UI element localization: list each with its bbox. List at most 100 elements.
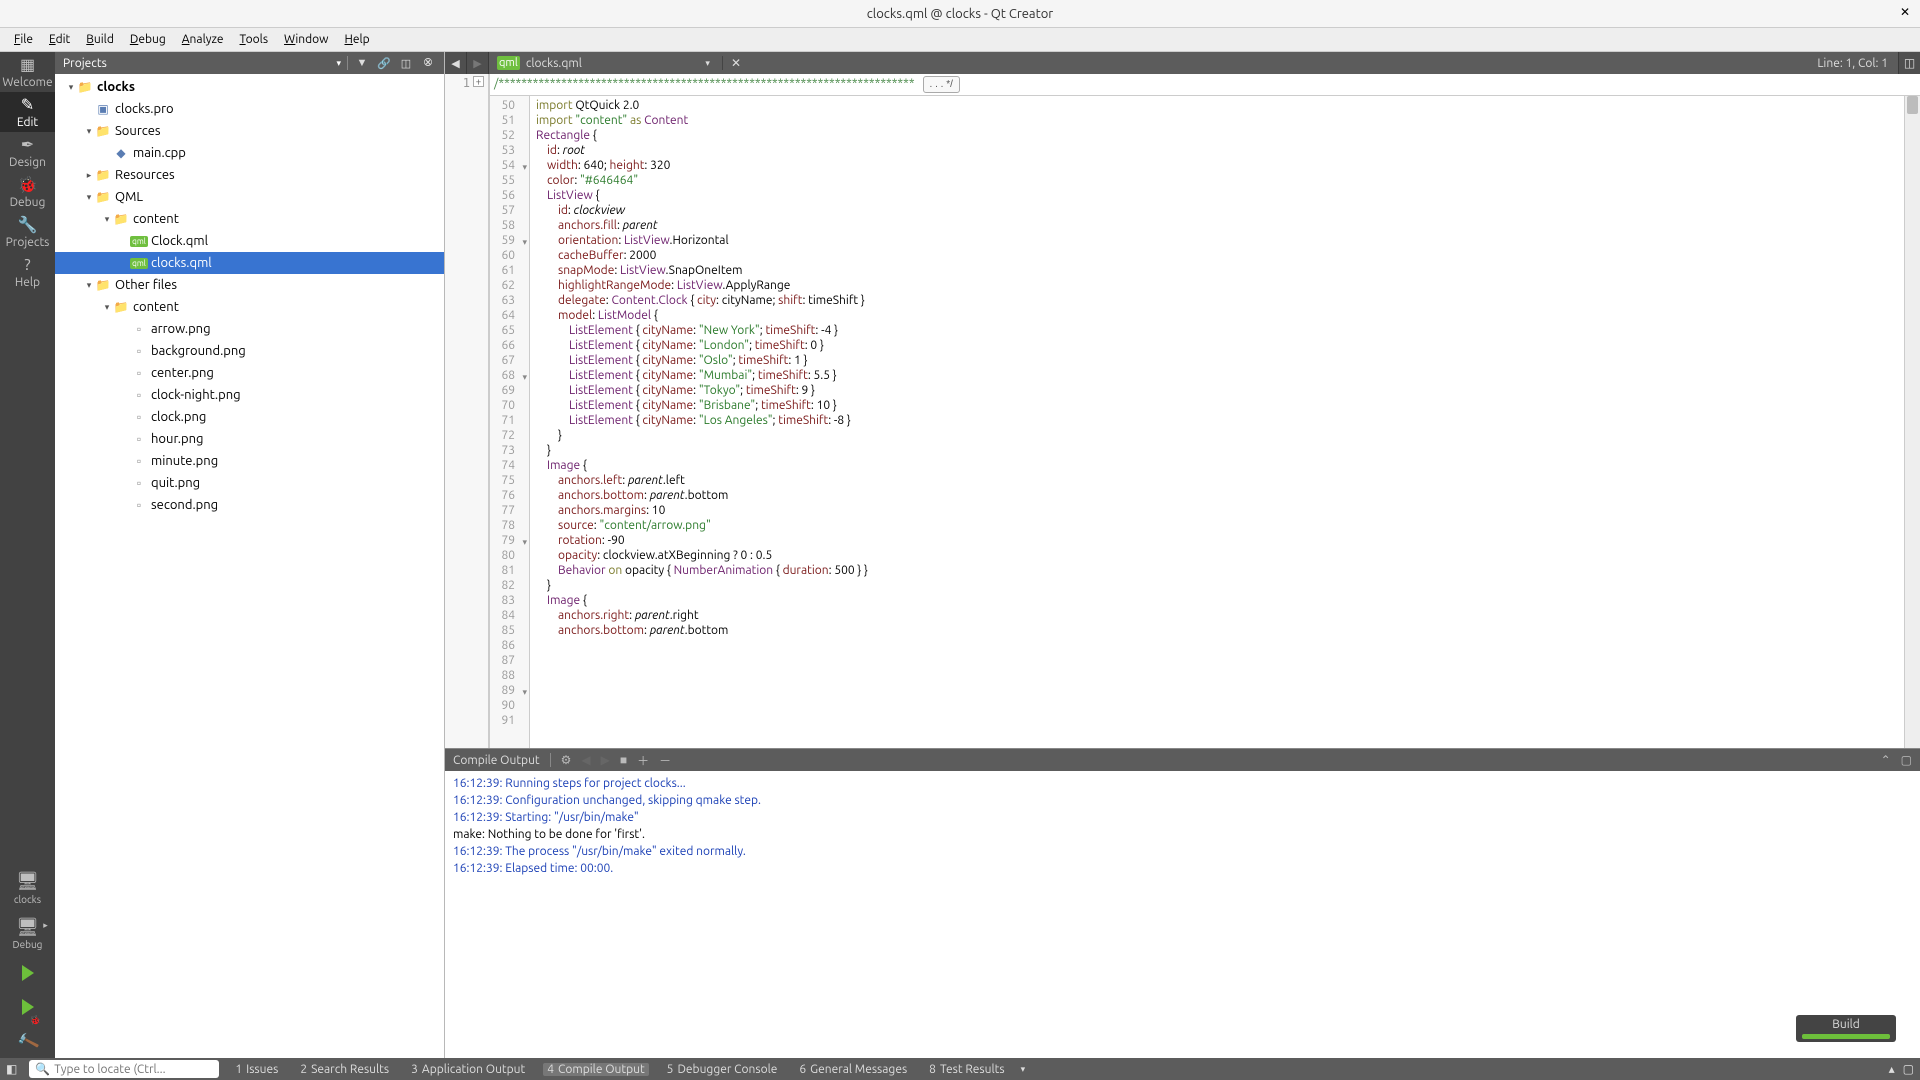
tree-item[interactable]: ▫arrow.png bbox=[55, 318, 444, 340]
chevron-down-icon[interactable]: ▾ bbox=[705, 58, 710, 69]
tree-arrow-icon: ▾ bbox=[65, 82, 77, 93]
nav-back-button[interactable]: ◀ bbox=[445, 52, 467, 74]
monitor-icon: 🖥 bbox=[16, 871, 39, 892]
toggle-sidebar-button[interactable]: ◧ bbox=[6, 1062, 17, 1076]
output-line: 16:12:39: Starting: "/usr/bin/make" bbox=[453, 809, 1912, 826]
locator-input[interactable] bbox=[54, 1063, 213, 1076]
mode-projects[interactable]: 🔧Projects bbox=[0, 212, 55, 252]
fold-handle-icon[interactable]: ▾ bbox=[522, 235, 527, 250]
panes-dropdown-icon[interactable]: ▾ bbox=[1021, 1064, 1026, 1075]
fold-handle-icon[interactable]: ▾ bbox=[522, 160, 527, 175]
menu-help[interactable]: Help bbox=[337, 30, 378, 49]
tree-item[interactable]: ▾📁Other files bbox=[55, 274, 444, 296]
image-file-icon: ▫ bbox=[131, 475, 147, 491]
menu-window[interactable]: Window bbox=[276, 30, 336, 49]
line-col-indicator[interactable]: Line: 1, Col: 1 bbox=[1807, 57, 1898, 70]
filter-icon[interactable]: ⚙ bbox=[561, 753, 572, 767]
tree-item-label: center.png bbox=[151, 366, 214, 380]
tree-item[interactable]: ◆main.cpp bbox=[55, 142, 444, 164]
menu-debug[interactable]: Debug bbox=[122, 30, 174, 49]
nav-forward-button[interactable]: ▶ bbox=[467, 52, 489, 74]
projects-header: Projects ▾ ▼ 🔗 ◫ ⮿ bbox=[55, 52, 444, 74]
tree-item[interactable]: ▾📁content bbox=[55, 208, 444, 230]
prev-icon[interactable]: ◀ bbox=[581, 753, 590, 767]
window-close-button[interactable]: ✕ bbox=[1900, 5, 1910, 19]
mode-welcome[interactable]: ▦Welcome bbox=[0, 52, 55, 92]
qml-file-icon: qml bbox=[497, 56, 520, 70]
tree-item[interactable]: ▾📁QML bbox=[55, 186, 444, 208]
menu-bar: FileEditBuildDebugAnalyzeToolsWindowHelp bbox=[0, 28, 1920, 52]
fold-handle-icon[interactable]: ▾ bbox=[522, 535, 527, 550]
compile-output-body[interactable]: 16:12:39: Running steps for project cloc… bbox=[445, 771, 1920, 1058]
menu-file[interactable]: File bbox=[6, 30, 41, 49]
tree-item[interactable]: ▾📁clocks bbox=[55, 76, 444, 98]
output-tab-debugger-console[interactable]: 5 Debugger Console bbox=[663, 1063, 782, 1076]
next-icon[interactable]: ▶ bbox=[601, 753, 610, 767]
tree-item[interactable]: ▾📁Sources bbox=[55, 120, 444, 142]
output-tab-test-results[interactable]: 8 Test Results bbox=[925, 1063, 1008, 1076]
run-button[interactable] bbox=[0, 956, 55, 990]
mode-edit[interactable]: ✎Edit bbox=[0, 92, 55, 132]
tree-item[interactable]: ▫clock-night.png bbox=[55, 384, 444, 406]
output-tab-application-output[interactable]: 3 Application Output bbox=[407, 1063, 529, 1076]
mode-help[interactable]: ?Help bbox=[0, 252, 55, 292]
fold-badge[interactable]: . . . */ bbox=[923, 76, 960, 93]
close-output-icon[interactable]: ▢ bbox=[1903, 1062, 1914, 1076]
build-button[interactable]: 🔨 bbox=[0, 1024, 55, 1058]
output-tab-search-results[interactable]: 2 Search Results bbox=[296, 1063, 393, 1076]
tree-arrow-icon: ▾ bbox=[83, 192, 95, 203]
fold-expand-icon[interactable]: + bbox=[473, 76, 484, 87]
debug-run-button[interactable]: 🐞 bbox=[0, 990, 55, 1024]
maximize-icon[interactable]: ⌃ bbox=[1881, 753, 1891, 767]
tree-item[interactable]: ▫clock.png bbox=[55, 406, 444, 428]
tree-item[interactable]: ▫center.png bbox=[55, 362, 444, 384]
output-tab-issues[interactable]: 1 Issues bbox=[231, 1063, 282, 1076]
scrollbar-thumb[interactable] bbox=[1907, 96, 1918, 114]
dropdown-icon[interactable]: ▾ bbox=[336, 58, 341, 69]
menu-build[interactable]: Build bbox=[78, 30, 122, 49]
locator[interactable]: 🔍 bbox=[29, 1060, 219, 1078]
mode-debug[interactable]: 🐞Debug bbox=[0, 172, 55, 212]
fold-handle-icon[interactable]: ▾ bbox=[522, 685, 527, 700]
tree-item[interactable]: ▫quit.png bbox=[55, 472, 444, 494]
mode-design[interactable]: ✒Design bbox=[0, 132, 55, 172]
editor-tab[interactable]: qml clocks.qml ▾ ✕ bbox=[489, 52, 749, 74]
kit-selector[interactable]: 🖥 clocks bbox=[0, 865, 55, 911]
add-split-icon[interactable]: ◫ bbox=[398, 55, 414, 71]
stop-icon[interactable]: ■ bbox=[620, 753, 627, 767]
tree-item[interactable]: ▫second.png bbox=[55, 494, 444, 516]
fold-handle-icon[interactable]: ▾ bbox=[522, 370, 527, 385]
code-content[interactable]: import QtQuick 2.0import "content" as Co… bbox=[530, 96, 1904, 748]
zoom-out-icon[interactable]: － bbox=[659, 752, 671, 769]
link-icon[interactable]: 🔗 bbox=[376, 55, 392, 71]
collapse-icon[interactable]: ▴ bbox=[1889, 1062, 1895, 1076]
output-tab-general-messages[interactable]: 6 General Messages bbox=[795, 1063, 911, 1076]
tree-item[interactable]: ▫hour.png bbox=[55, 428, 444, 450]
tree-item[interactable]: ▫background.png bbox=[55, 340, 444, 362]
close-tab-button[interactable]: ✕ bbox=[722, 56, 741, 70]
split-editor-button[interactable]: ◫ bbox=[1898, 52, 1920, 74]
bug-icon: 🐞 bbox=[30, 1015, 41, 1026]
code-editor[interactable]: /***************************************… bbox=[489, 74, 1920, 748]
compile-output-header: Compile Output ⚙ ◀ ▶ ■ ＋ － ⌃ ▢ bbox=[445, 749, 1920, 771]
tree-item[interactable]: ▾📁content bbox=[55, 296, 444, 318]
vertical-scrollbar[interactable] bbox=[1904, 96, 1920, 748]
project-tree[interactable]: ▾📁clocks▣clocks.pro▾📁Sources◆main.cpp▸📁R… bbox=[55, 74, 444, 1058]
close-pane-icon[interactable]: ⮿ bbox=[420, 55, 436, 71]
menu-edit[interactable]: Edit bbox=[41, 30, 78, 49]
menu-analyze[interactable]: Analyze bbox=[174, 30, 232, 49]
tree-item[interactable]: ▫minute.png bbox=[55, 450, 444, 472]
close-panel-icon[interactable]: ▢ bbox=[1901, 753, 1912, 767]
zoom-in-icon[interactable]: ＋ bbox=[637, 752, 649, 769]
tree-item[interactable]: qmlclocks.qml bbox=[55, 252, 444, 274]
menu-tools[interactable]: Tools bbox=[232, 30, 277, 49]
qml-file-icon: qml bbox=[131, 233, 147, 249]
tree-item[interactable]: ▸📁Resources bbox=[55, 164, 444, 186]
build-progress-fill bbox=[1802, 1034, 1890, 1039]
tree-item[interactable]: ▣clocks.pro bbox=[55, 98, 444, 120]
output-line: 16:12:39: Elapsed time: 00:00. bbox=[453, 860, 1912, 877]
output-tab-compile-output[interactable]: 4 Compile Output bbox=[543, 1063, 648, 1076]
filter-icon[interactable]: ▼ bbox=[354, 55, 370, 71]
build-config-selector[interactable]: 🖥 ▸ Debug bbox=[0, 911, 55, 956]
tree-item[interactable]: qmlClock.qml bbox=[55, 230, 444, 252]
